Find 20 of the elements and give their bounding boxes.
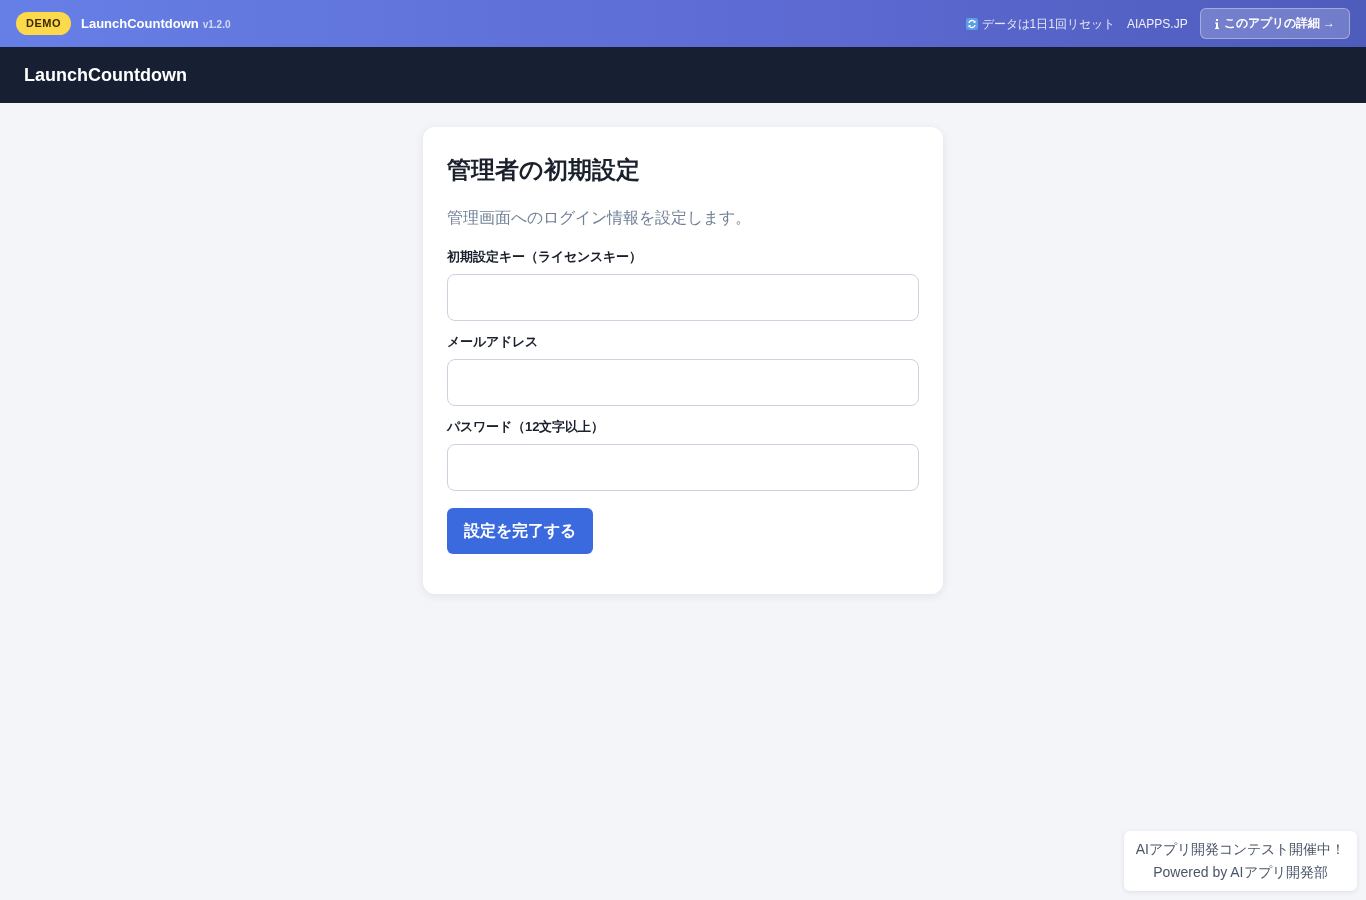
submit-button[interactable]: 設定を完了する (447, 508, 593, 554)
input-field[interactable] (447, 359, 919, 406)
demo-badge: DEMO (16, 12, 71, 35)
field-label: パスワード（12文字以上） (447, 418, 605, 436)
version-label: v1.2.0 (202, 19, 231, 30)
card-description: 管理画面へのログイン情報を設定します。 (447, 208, 752, 228)
site-link[interactable]: AIAPPS.JP (1126, 16, 1188, 31)
refresh-icon (965, 17, 978, 30)
footer-text: Powered by AIアプリ開発部 (1152, 863, 1329, 882)
field-label: 初期設定キー（ライセンスキー） (447, 248, 642, 266)
input-field[interactable] (447, 274, 919, 321)
reset-notice-text: データは1日1回リセット (981, 15, 1115, 32)
card-title: 管理者の初期設定 (447, 155, 641, 185)
input-field[interactable] (447, 444, 919, 491)
info-icon (1214, 18, 1219, 29)
footer-text: AIアプリ開発コンテスト開催中！ (1135, 840, 1345, 859)
app-name: LaunchCountdown (81, 16, 199, 31)
field-label: メールアドレス (447, 333, 538, 351)
details-button[interactable]: このアプリの詳細 → (1199, 8, 1350, 39)
app-title: LaunchCountdown (24, 64, 187, 86)
